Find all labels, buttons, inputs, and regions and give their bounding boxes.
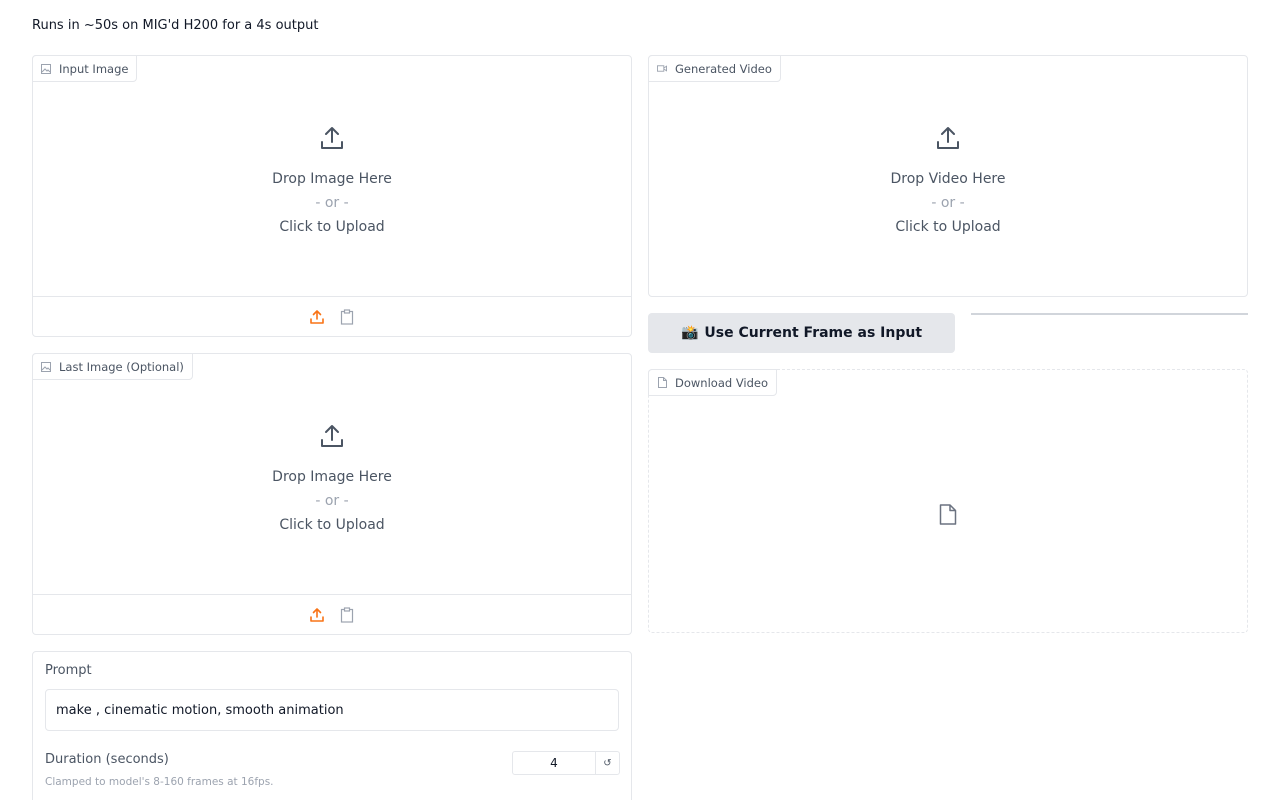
input-image-block: Input Image Drop Image Here - or - Click… xyxy=(32,55,632,337)
clipboard-icon[interactable] xyxy=(339,308,355,325)
click-to-upload-text: Click to Upload xyxy=(895,219,1001,235)
download-video-label: Download Video xyxy=(675,375,769,390)
prompt-input[interactable]: make , cinematic motion, smooth animatio… xyxy=(45,689,619,731)
camera-flash-icon: 📸 xyxy=(680,325,699,341)
drop-text: Drop Image Here xyxy=(272,171,392,187)
prompt-label: Prompt xyxy=(45,663,92,678)
file-placeholder-icon xyxy=(939,504,957,529)
click-to-upload-text: Click to Upload xyxy=(279,517,385,533)
upload-icon[interactable] xyxy=(309,607,325,623)
upload-arrow-icon xyxy=(319,125,345,155)
or-text: - or - xyxy=(931,195,965,211)
upload-icon[interactable] xyxy=(309,309,325,325)
duration-number-input[interactable]: 4 xyxy=(512,751,596,775)
clipboard-icon[interactable] xyxy=(339,606,355,623)
click-to-upload-text: Click to Upload xyxy=(279,219,385,235)
last-image-source-bar xyxy=(33,594,631,634)
last-image-block: Last Image (Optional) Drop Image Here - … xyxy=(32,353,632,635)
or-text: - or - xyxy=(315,195,349,211)
download-video-block: Download Video xyxy=(648,369,1248,633)
upload-arrow-icon xyxy=(319,423,345,453)
last-image-drop-zone[interactable]: Drop Image Here - or - Click to Upload xyxy=(33,354,631,594)
header-note: Runs in ~50s on MIG'd H200 for a 4s outp… xyxy=(32,18,319,33)
use-current-frame-button[interactable]: 📸 Use Current Frame as Input xyxy=(648,313,955,353)
drop-text: Drop Video Here xyxy=(890,171,1006,187)
upload-arrow-icon xyxy=(935,125,961,155)
use-current-frame-label: Use Current Frame as Input xyxy=(704,325,923,341)
download-video-label-tag: Download Video xyxy=(648,369,778,396)
generated-video-drop-zone[interactable]: Drop Video Here - or - Click to Upload xyxy=(649,56,1247,296)
or-text: - or - xyxy=(315,493,349,509)
duration-label: Duration (seconds) xyxy=(45,752,169,767)
generated-video-block: Generated Video Drop Video Here - or - C… xyxy=(648,55,1248,297)
input-image-source-bar xyxy=(33,296,631,336)
input-image-drop-zone[interactable]: Drop Image Here - or - Click to Upload xyxy=(33,56,631,296)
file-icon xyxy=(657,377,667,388)
prompt-block: Prompt make , cinematic motion, smooth a… xyxy=(32,651,632,800)
progress-line xyxy=(971,313,1248,315)
reset-icon[interactable]: ↺ xyxy=(595,751,620,775)
drop-text: Drop Image Here xyxy=(272,469,392,485)
duration-info: Clamped to model's 8-160 frames at 16fps… xyxy=(45,776,274,788)
